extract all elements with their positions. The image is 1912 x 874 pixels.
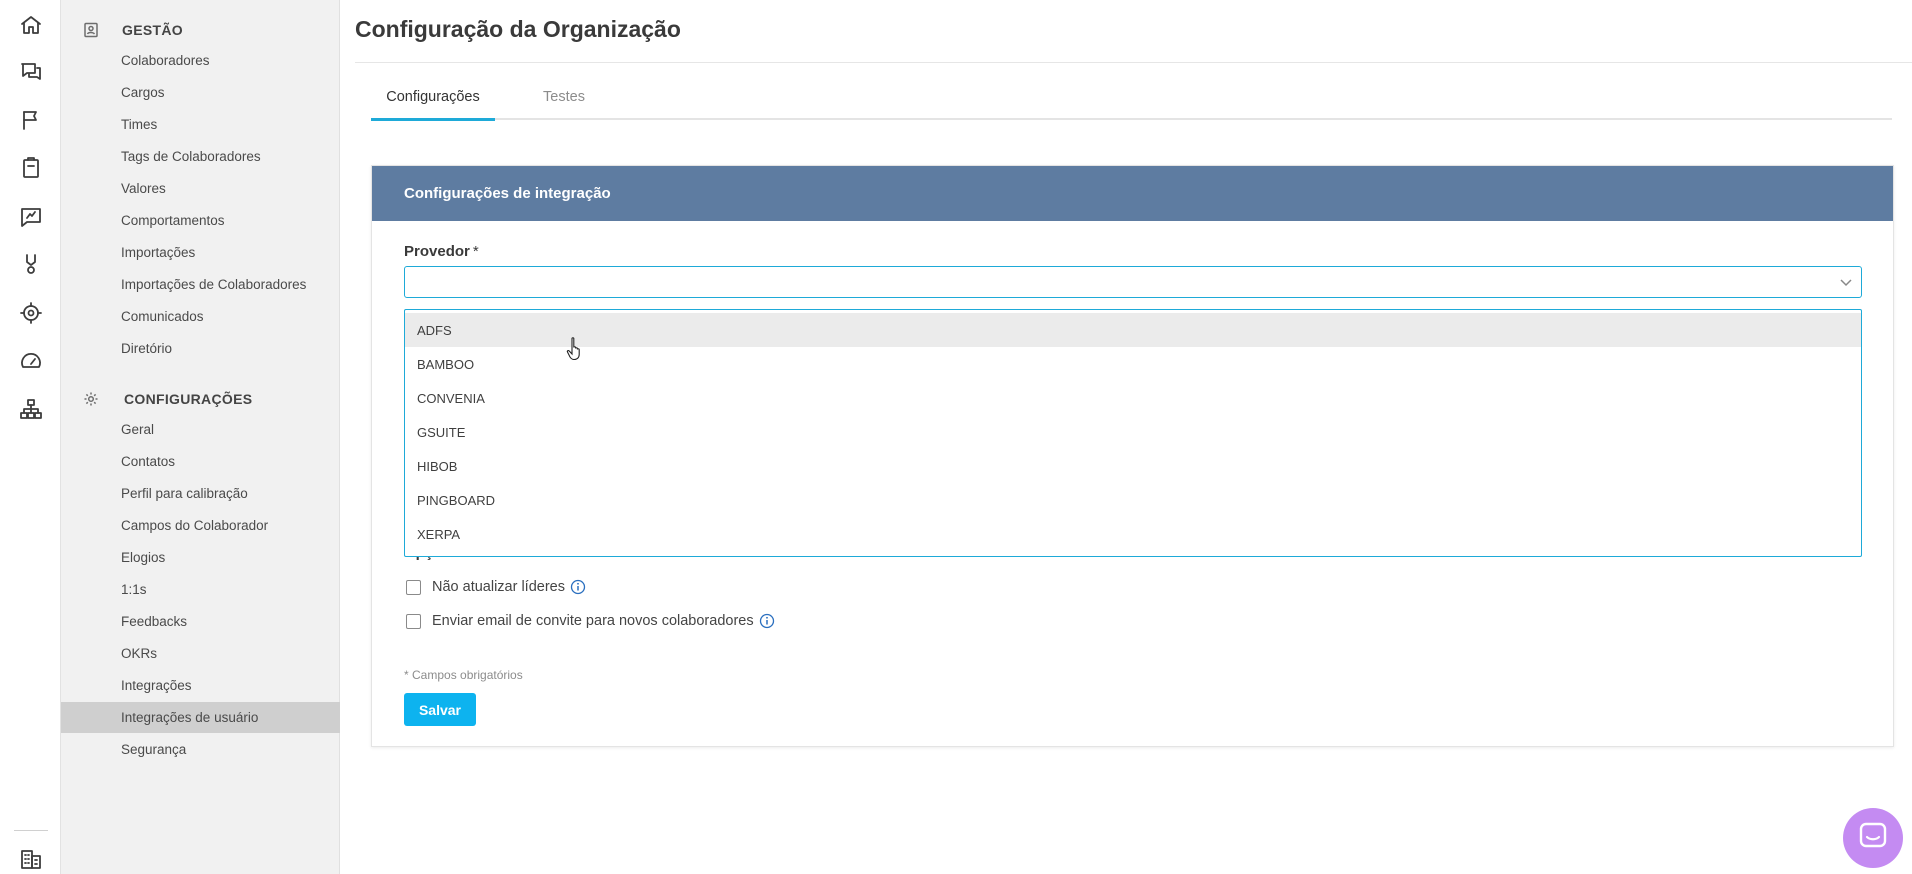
checkbox-row-enviar-email: Enviar email de convite para novos colab… bbox=[406, 613, 775, 629]
sidebar-item-elogios[interactable]: Elogios bbox=[61, 542, 340, 573]
info-icon[interactable] bbox=[759, 613, 775, 629]
chat-bubble-icon bbox=[1858, 821, 1888, 856]
icon-rail bbox=[0, 0, 61, 874]
page-title: Configuração da Organização bbox=[355, 16, 681, 42]
dropdown-option-gsuite[interactable]: GSUITE bbox=[405, 415, 1861, 449]
dropdown-option-pingboard[interactable]: PINGBOARD bbox=[405, 483, 1861, 517]
home-icon[interactable] bbox=[18, 12, 44, 38]
required-fields-note: * Campos obrigatórios bbox=[404, 668, 523, 682]
sidebar-item-contatos[interactable]: Contatos bbox=[61, 446, 340, 477]
target-icon[interactable] bbox=[18, 300, 44, 326]
provider-select[interactable] bbox=[404, 266, 1862, 298]
sidebar-item-importacoes[interactable]: Importações bbox=[61, 237, 340, 268]
flag-icon[interactable] bbox=[18, 107, 44, 133]
sidebar-item-valores[interactable]: Valores bbox=[61, 173, 340, 204]
sidebar-item-feedbacks[interactable]: Feedbacks bbox=[61, 606, 340, 637]
building-icon[interactable] bbox=[18, 846, 44, 872]
card-header: Configurações de integração bbox=[372, 166, 1893, 221]
sidebar-item-perfil-para-calibracao[interactable]: Perfil para calibração bbox=[61, 478, 340, 509]
feedback-icon[interactable] bbox=[18, 204, 44, 230]
dropdown-option-xerpa[interactable]: XERPA bbox=[405, 517, 1861, 551]
enviar-email-convite-checkbox[interactable] bbox=[406, 613, 421, 629]
dropdown-option-hibob[interactable]: HIBOB bbox=[405, 449, 1861, 483]
section-title: GESTÃO bbox=[122, 22, 183, 38]
sidebar-item-tags-de-colaboradores[interactable]: Tags de Colaboradores bbox=[61, 141, 340, 172]
medal-icon[interactable] bbox=[18, 252, 44, 278]
tab-testes[interactable]: Testes bbox=[530, 86, 598, 120]
sidebar-item-okrs[interactable]: OKRs bbox=[61, 638, 340, 669]
chat-support-button[interactable] bbox=[1843, 808, 1903, 868]
checkbox-label: Enviar email de convite para novos colab… bbox=[432, 613, 754, 629]
org-chart-icon[interactable] bbox=[18, 396, 44, 422]
gear-icon bbox=[83, 391, 99, 407]
sidebar-item-comportamentos[interactable]: Comportamentos bbox=[61, 205, 340, 236]
gauge-icon[interactable] bbox=[18, 348, 44, 374]
dropdown-option-adfs[interactable]: ADFS bbox=[405, 313, 1861, 347]
sidebar-item-integracoes[interactable]: Integrações bbox=[61, 670, 340, 701]
section-header-configuracoes: CONFIGURAÇÕES bbox=[61, 387, 340, 411]
tab-bar: Configurações Testes bbox=[371, 86, 1892, 121]
contact-card-icon bbox=[83, 22, 99, 38]
sidebar-item-times[interactable]: Times bbox=[61, 109, 340, 140]
required-asterisk: * bbox=[472, 243, 479, 260]
tab-configuracoes[interactable]: Configurações bbox=[371, 86, 495, 121]
sidebar-item-importacoes-de-colaboradores[interactable]: Importações de Colaboradores bbox=[61, 269, 340, 300]
checkbox-row-nao-atualizar-lideres: Não atualizar líderes bbox=[406, 579, 586, 595]
sidebar-item-colaboradores[interactable]: Colaboradores bbox=[61, 45, 340, 76]
sidebar-item-comunicados[interactable]: Comunicados bbox=[61, 301, 340, 332]
chat-icon[interactable] bbox=[18, 59, 44, 85]
info-icon[interactable] bbox=[570, 579, 586, 595]
sidebar-item-cargos[interactable]: Cargos bbox=[61, 77, 340, 108]
dropdown-option-bamboo[interactable]: BAMBOO bbox=[405, 347, 1861, 381]
chevron-down-icon bbox=[1839, 275, 1853, 289]
sidebar-item-diretorio[interactable]: Diretório bbox=[61, 333, 340, 364]
integration-settings-card: Configurações de integração Provedor* Op… bbox=[371, 165, 1894, 747]
provider-label-text: Provedor bbox=[404, 243, 470, 260]
save-button[interactable]: Salvar bbox=[404, 693, 476, 726]
sidebar-item-one-on-ones[interactable]: 1:1s bbox=[61, 574, 340, 605]
rail-divider bbox=[14, 830, 48, 831]
section-title: CONFIGURAÇÕES bbox=[124, 391, 253, 407]
sidebar-item-integracoes-de-usuario[interactable]: Integrações de usuário bbox=[61, 702, 340, 733]
title-divider bbox=[355, 62, 1912, 63]
sidebar-item-seguranca[interactable]: Segurança bbox=[61, 734, 340, 765]
dropdown-option-convenia[interactable]: CONVENIA bbox=[405, 381, 1861, 415]
hand-cursor-icon bbox=[566, 336, 586, 362]
section-header-gestao: GESTÃO bbox=[61, 18, 340, 42]
nao-atualizar-lideres-checkbox[interactable] bbox=[406, 579, 421, 595]
provider-dropdown-menu: ADFS BAMBOO CONVENIA GSUITE HIBOB PINGBO… bbox=[404, 309, 1862, 557]
clipboard-icon[interactable] bbox=[18, 155, 44, 181]
sidebar-item-campos-do-colaborador[interactable]: Campos do Colaborador bbox=[61, 510, 340, 541]
checkbox-label: Não atualizar líderes bbox=[432, 579, 565, 595]
side-navigation: GESTÃO Colaboradores Cargos Times Tags d… bbox=[61, 0, 340, 874]
sidebar-item-geral[interactable]: Geral bbox=[61, 414, 340, 445]
provider-label: Provedor * bbox=[404, 243, 479, 260]
